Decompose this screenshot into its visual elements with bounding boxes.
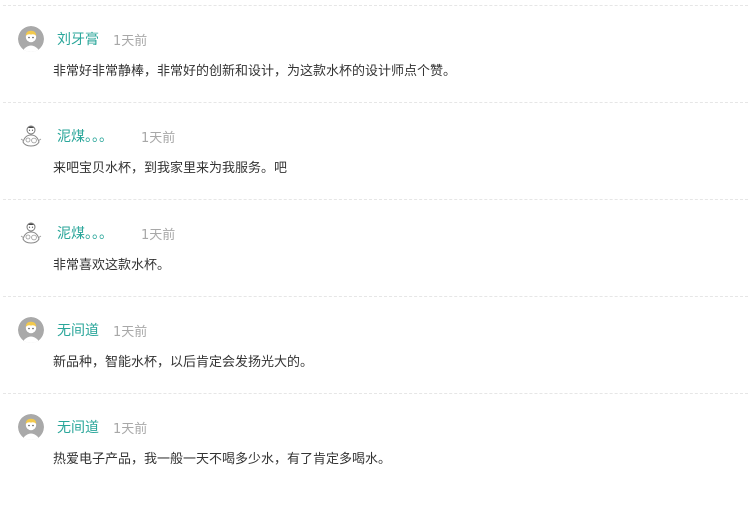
comment-username[interactable]: 刘牙膏 — [57, 29, 99, 49]
comment-text: 非常好非常静棒，非常好的创新和设计，为这款水杯的设计师点个赞。 — [53, 64, 457, 79]
comment-item: 泥煤。。。 1天前 来吧宝贝水杯，到我家里来为我服务。吧 — [0, 123, 750, 219]
comment-divider — [3, 296, 748, 297]
comment-text: 热爱电子产品，我一般一天不喝多少水，有了肯定多喝水。 — [53, 452, 392, 467]
sketch-character-avatar-icon[interactable] — [18, 220, 44, 246]
comment-divider — [3, 5, 748, 6]
sketch-character-avatar-icon[interactable] — [18, 123, 44, 149]
default-user-avatar-icon[interactable] — [18, 414, 44, 440]
comment-text: 新品种，智能水杯，以后肯定会发扬光大的。 — [53, 355, 314, 370]
comment-username[interactable]: 泥煤。。。 — [57, 126, 113, 146]
comment-username[interactable]: 无间道 — [57, 417, 99, 437]
default-user-avatar-icon[interactable] — [18, 26, 44, 52]
comment-timestamp: 1天前 — [141, 131, 176, 146]
comment-item: 刘牙膏 1天前 非常好非常静棒，非常好的创新和设计，为这款水杯的设计师点个赞。 — [0, 26, 750, 122]
comment-divider — [3, 199, 748, 200]
comment-timestamp: 1天前 — [113, 422, 148, 437]
comment-item: 无间道 1天前 新品种，智能水杯，以后肯定会发扬光大的。 — [0, 317, 750, 413]
comment-divider — [3, 393, 748, 394]
comment-item: 泥煤。。。 1天前 非常喜欢这款水杯。 — [0, 220, 750, 316]
comment-text: 非常喜欢这款水杯。 — [53, 258, 171, 273]
comment-text: 来吧宝贝水杯，到我家里来为我服务。吧 — [53, 161, 288, 176]
comment-username[interactable]: 无间道 — [57, 320, 99, 340]
comment-timestamp: 1天前 — [113, 325, 148, 340]
comment-divider — [3, 102, 748, 103]
comment-item: 无间道 1天前 热爱电子产品，我一般一天不喝多少水，有了肯定多喝水。 — [0, 414, 750, 510]
default-user-avatar-icon[interactable] — [18, 317, 44, 343]
comment-timestamp: 1天前 — [141, 228, 176, 243]
comment-timestamp: 1天前 — [113, 34, 148, 49]
comment-username[interactable]: 泥煤。。。 — [57, 223, 113, 243]
